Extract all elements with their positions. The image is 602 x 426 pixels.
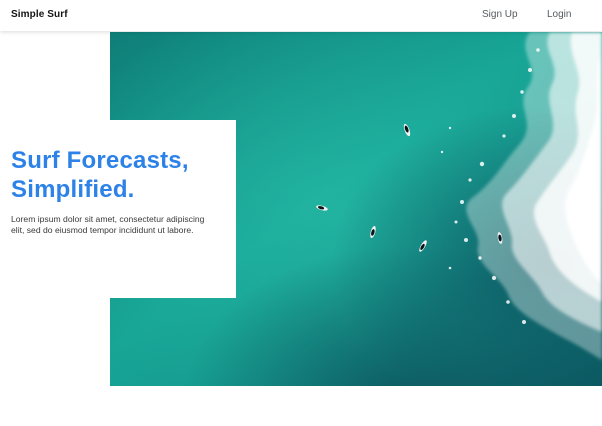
hero-title-line-2: Simplified. [11, 176, 135, 203]
login-link[interactable]: Login [547, 9, 571, 20]
top-navbar: Simple Surf Sign Up Login [0, 0, 602, 31]
hero-title-line-1: Surf Forecasts, [11, 147, 189, 174]
hero-description: Lorem ipsum dolor sit amet, consectetur … [11, 214, 205, 235]
sign-up-link[interactable]: Sign Up [482, 9, 518, 20]
hero-title: Surf Forecasts, Simplified. [11, 146, 235, 204]
page: Simple Surf Sign Up Login Surf Forecasts… [0, 0, 602, 426]
hero-text-card: Surf Forecasts, Simplified. Lorem ipsum … [0, 120, 236, 298]
brand-logo-link[interactable]: Simple Surf [11, 9, 68, 20]
